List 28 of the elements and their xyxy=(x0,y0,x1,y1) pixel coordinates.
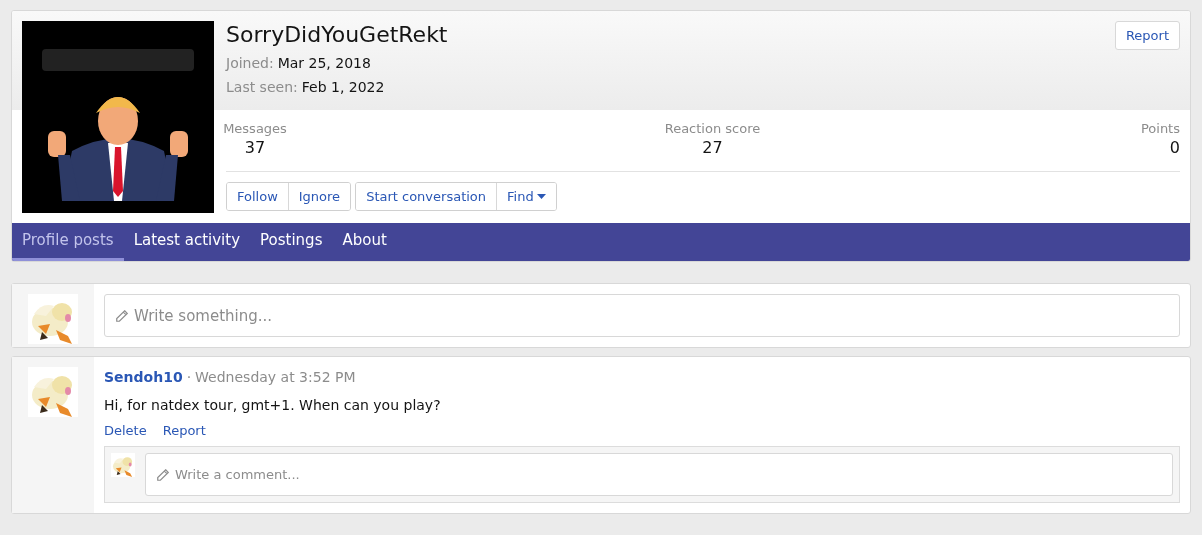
post-time: Wednesday at 3:52 PM xyxy=(195,369,356,385)
action-button[interactable]: Ignore xyxy=(287,183,351,210)
tab[interactable]: Postings xyxy=(250,223,333,261)
fact-value: Feb 1, 2022 xyxy=(301,79,385,95)
report-button[interactable]: Report xyxy=(1114,21,1180,50)
stat-value: 0 xyxy=(1169,137,1180,159)
separator-dot: · xyxy=(186,369,192,385)
input-field[interactable]: Write a comment... xyxy=(145,453,1173,496)
tab[interactable]: About xyxy=(332,223,397,261)
stat-label: Reaction score xyxy=(664,120,761,137)
tab[interactable]: Profile posts xyxy=(12,223,124,261)
pencil-icon xyxy=(115,308,129,323)
action-link[interactable]: Report xyxy=(162,423,206,438)
pencil-icon xyxy=(156,467,170,482)
stat-label: Points xyxy=(1140,120,1180,137)
post-text: Hi, for natdex tour, gmt+1. When can you play? xyxy=(104,396,442,415)
fact-label: Last seen: xyxy=(226,79,298,95)
username: SorryDidYouGetRekt xyxy=(226,21,448,49)
stat-value: 27 xyxy=(702,137,723,159)
author-link[interactable]: Sendoh10 xyxy=(104,369,183,385)
tab[interactable]: Latest activity xyxy=(123,223,251,261)
action-button[interactable]: Find xyxy=(496,183,556,210)
action-link[interactable]: Delete xyxy=(104,423,147,438)
caret-icon xyxy=(536,193,546,200)
fact-value: Mar 25, 2018 xyxy=(277,55,371,71)
stat-value: 37 xyxy=(244,137,266,159)
stat-label: Messages xyxy=(223,120,287,137)
fact-label: Joined: xyxy=(226,55,274,71)
